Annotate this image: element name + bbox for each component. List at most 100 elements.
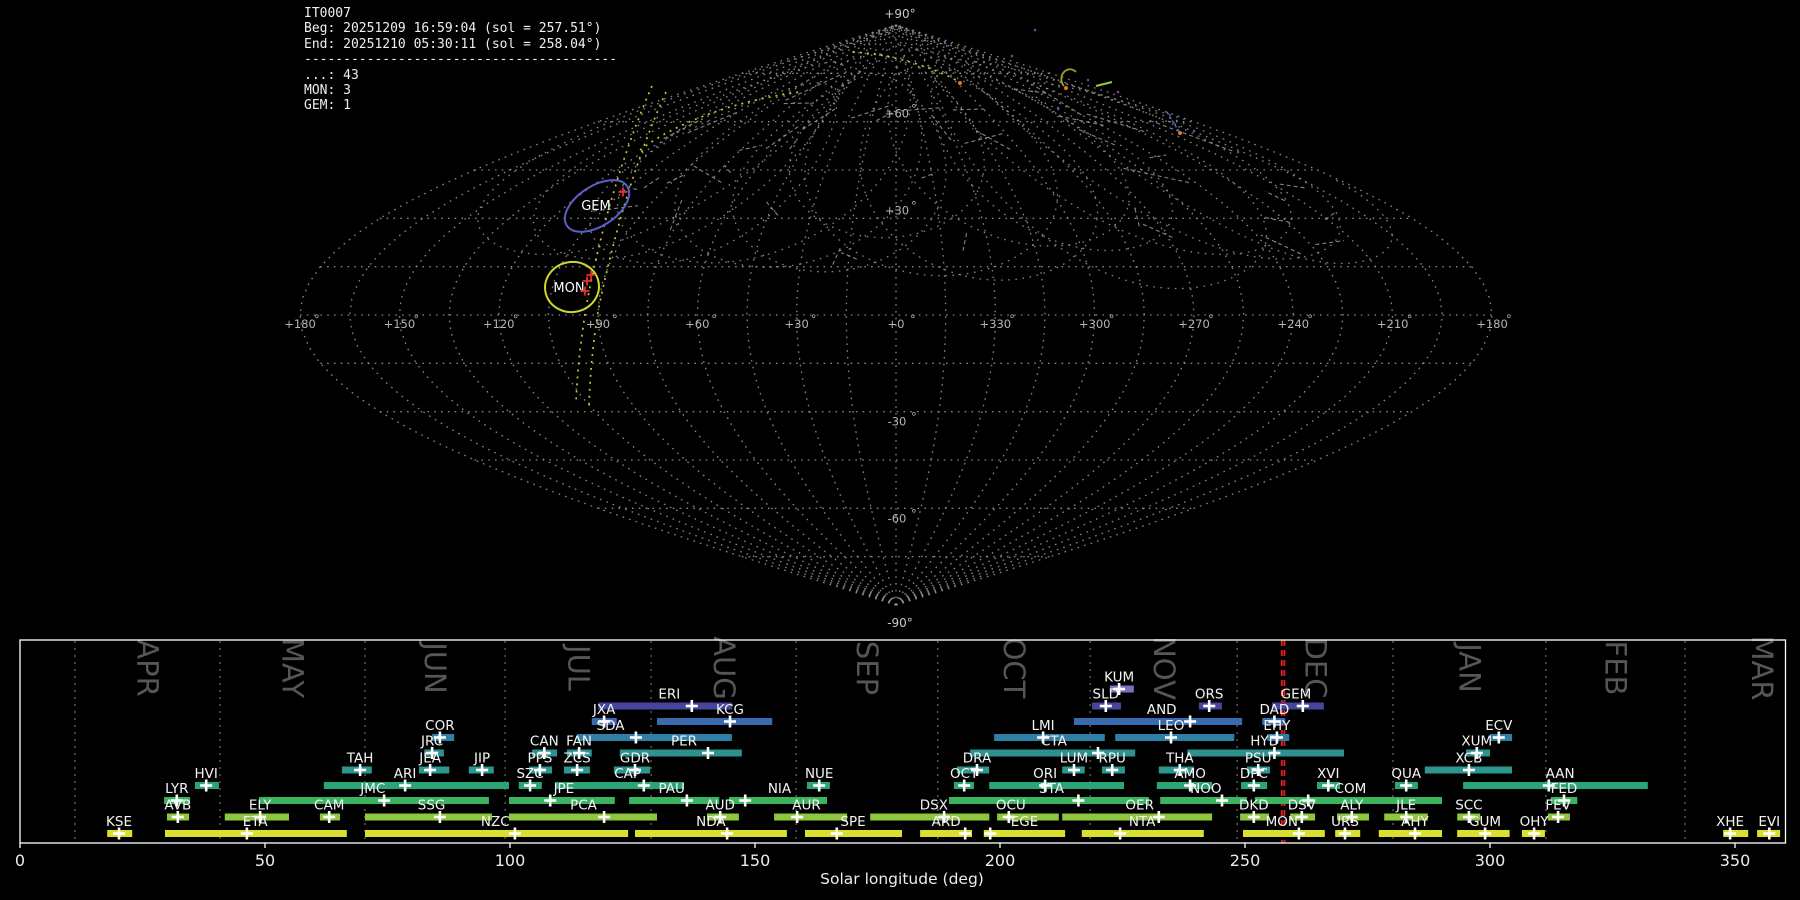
shower-label-RPU: RPU (1098, 751, 1125, 767)
shower-label-PAU: PAU (658, 781, 684, 797)
sporadic-meteor (1134, 207, 1140, 227)
shower-label-EHY: EHY (1263, 718, 1291, 734)
info-line: MON: 3 (304, 83, 351, 99)
activity-timeline-chart: Solar longitude (deg) APR MAY JUN JUL AUG SEP… (15, 635, 1787, 888)
shower-label-NOO: NOO (1190, 781, 1221, 797)
x-tick-label: 250 (1230, 851, 1261, 870)
shower-label-AUR: AUR (792, 798, 821, 814)
shower-label-FEV: FEV (1545, 798, 1571, 814)
month-label-FEB: FEB (1599, 641, 1633, 696)
degree-mark: ° (911, 198, 917, 212)
sporadic-meteor (765, 201, 779, 216)
degree-mark: ° (513, 312, 519, 326)
shower-label-AND: AND (1147, 702, 1177, 718)
shower-label-KUM: KUM (1104, 670, 1134, 686)
trail-arc (1060, 68, 1077, 87)
shower-bar-NOO (1160, 797, 1247, 804)
shower-label-LUM: LUM (1060, 751, 1088, 767)
ecliptic-curve (588, 91, 667, 407)
ra-grid-label: +30 (785, 317, 809, 331)
sporadic-meteor (666, 173, 686, 184)
degree-mark: ° (711, 312, 717, 326)
trail-end-dot (1064, 86, 1068, 90)
purple-speck (1086, 78, 1090, 82)
sporadic-meteor (972, 128, 1011, 150)
shower-label-MON: MON (1266, 814, 1298, 830)
shower-bar-SPE (805, 830, 902, 837)
shower-label-ZCS: ZCS (563, 751, 590, 767)
fov-trace (1029, 82, 1393, 265)
shower-label-FAN: FAN (566, 734, 592, 750)
shower-bar-JMC (259, 797, 489, 804)
trail-end-dot (958, 81, 962, 85)
shower-label-OCU: OCU (996, 798, 1026, 814)
shower-label-EGE: EGE (1011, 814, 1039, 830)
purple-speck (1094, 115, 1098, 119)
shower-bar-SDA (577, 734, 732, 741)
figure-canvas: GEMMON +90° -90° +180° +150° +120° +90 ° +60 °… (15, 7, 1787, 888)
shower-bar-NDA (635, 830, 787, 837)
month-label-JUN: JUN (418, 640, 452, 693)
degree-mark: ° (911, 410, 917, 424)
dec-grid-label: -60 (888, 511, 907, 525)
shower-label-GEM: GEM (1281, 687, 1312, 703)
shower-bar-NZC (365, 830, 629, 837)
degree-mark: ° (1407, 312, 1413, 326)
x-tick-label: 200 (985, 851, 1016, 870)
shower-label-ORS: ORS (1195, 687, 1224, 703)
shower-label-CAP: CAP (614, 766, 641, 782)
shower-bar-NTA (1081, 830, 1204, 837)
sporadic-meteor (738, 145, 761, 152)
ra-grid-label: +240 (1278, 317, 1310, 331)
ra-grid-label: +300 (1079, 317, 1111, 331)
ra-grid-label: +180 (1476, 317, 1508, 331)
shower-label-SCC: SCC (1455, 798, 1482, 814)
shower-label-STA: STA (1039, 781, 1065, 797)
x-tick-label: 150 (740, 851, 771, 870)
shower-label-DSX: DSX (920, 798, 948, 814)
sporadic-meteor (724, 164, 731, 174)
degree-mark: ° (612, 312, 618, 326)
ecliptic-dotted-curves (575, 51, 964, 407)
shower-label-JXA: JXA (592, 702, 616, 718)
fov-trace (804, 44, 1059, 277)
shower-bar-KCG (657, 718, 773, 725)
degree-mark: ° (910, 312, 916, 326)
shower-bar-AUR (774, 813, 848, 821)
shower-label-AUD: AUD (705, 798, 735, 814)
shower-label-JEA: JEA (418, 751, 442, 767)
shower-trail (1095, 81, 1113, 87)
meteor-station-summary-figure: IT0007 Beg: 20251209 16:59:04 (sol = 257.… (0, 0, 1800, 900)
shower-trail (1166, 111, 1181, 134)
shower-label-PCA: PCA (570, 798, 598, 814)
shower-bar-DSX (870, 813, 990, 821)
shower-label-AVB: AVB (164, 798, 191, 814)
shower-label-COR: COR (425, 718, 454, 734)
degree-mark: ° (1109, 312, 1115, 326)
dec-grid-label: +60 (885, 107, 909, 121)
fov-trace (1039, 82, 1185, 121)
shower-label-LEO: LEO (1158, 718, 1185, 734)
month-label-AUG: AUG (707, 636, 741, 700)
shower-bar-ETA (165, 830, 347, 837)
purple-speck (1010, 54, 1014, 58)
radiant-label-MON: MON (553, 281, 584, 296)
degree-mark: ° (911, 102, 917, 116)
info-line: GEM: 1 (304, 98, 351, 114)
shower-label-NZC: NZC (481, 814, 510, 830)
sporadic-meteor (952, 108, 985, 111)
purple-speck (1056, 106, 1060, 110)
month-label-NOV: NOV (1147, 636, 1181, 700)
shower-label-SSG: SSG (418, 798, 446, 814)
fov-trace (919, 39, 1292, 256)
shower-label-PER: PER (671, 734, 697, 750)
sporadic-meteor (931, 114, 952, 141)
shower-label-PSU: PSU (1245, 751, 1272, 767)
ra-grid-label: +270 (1178, 317, 1210, 331)
sporadic-meteor (1279, 183, 1305, 189)
sporadic-meteor (962, 230, 968, 252)
shower-label-URS: URS (1331, 814, 1359, 830)
shower-label-LYR: LYR (165, 781, 188, 797)
info-line: ---------------------------------------- (304, 52, 618, 68)
shower-label-COM: COM (1335, 781, 1367, 797)
